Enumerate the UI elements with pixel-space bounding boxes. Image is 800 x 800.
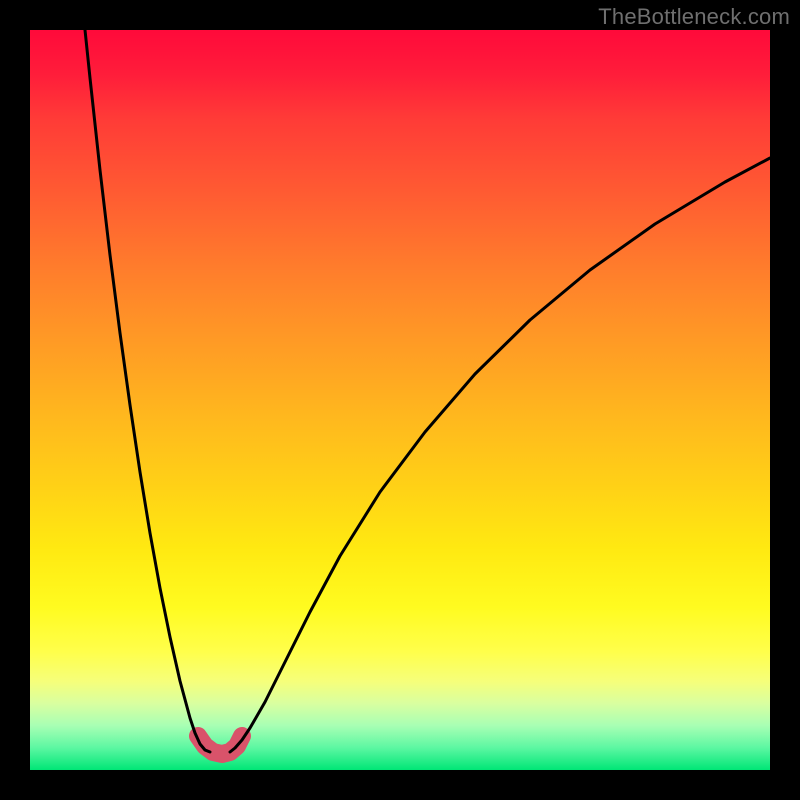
- left-branch: [85, 30, 210, 752]
- watermark-text: TheBottleneck.com: [598, 4, 790, 30]
- chart-frame: TheBottleneck.com: [0, 0, 800, 800]
- right-branch: [230, 158, 770, 752]
- plot-area: [30, 30, 770, 770]
- curve-layer: [30, 30, 770, 770]
